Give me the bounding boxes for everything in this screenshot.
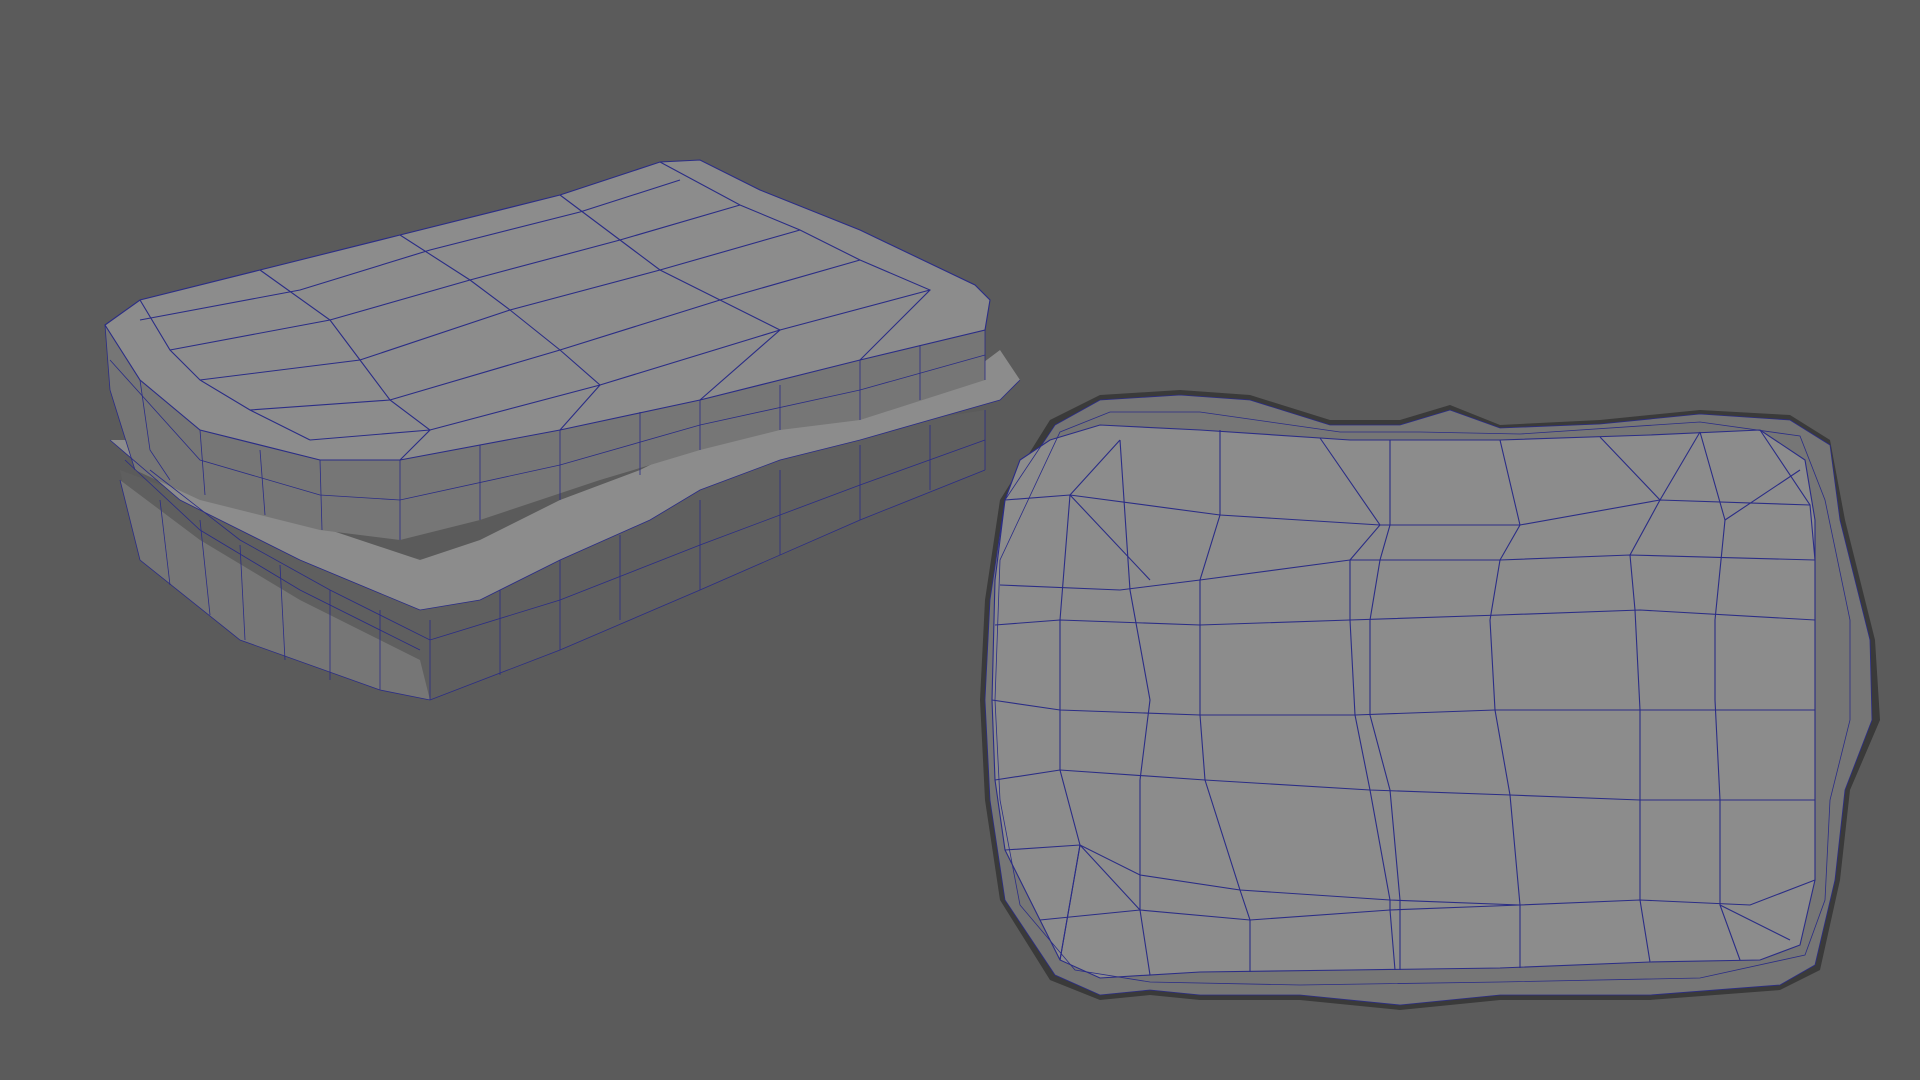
sandwich-mesh-top[interactable] <box>980 390 1880 1010</box>
viewport-canvas[interactable] <box>0 0 1920 1080</box>
sandwich-mesh-perspective[interactable] <box>104 159 1021 701</box>
3d-viewport[interactable] <box>0 0 1920 1080</box>
